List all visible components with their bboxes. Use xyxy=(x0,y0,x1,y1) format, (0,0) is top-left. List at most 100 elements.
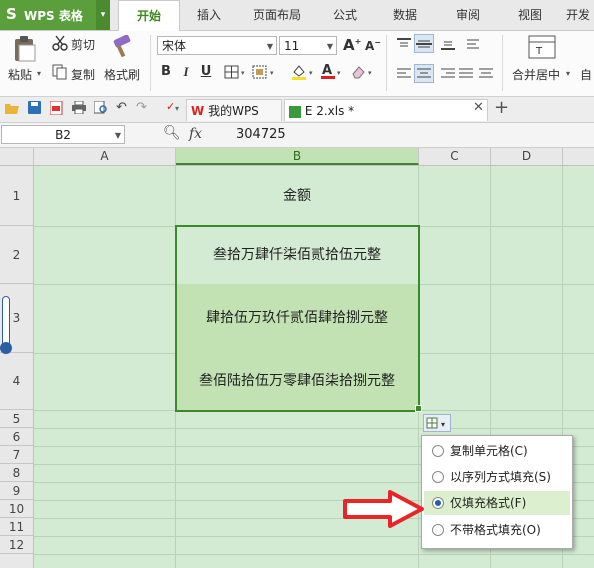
column-header-e[interactable] xyxy=(563,148,594,165)
redo-icon[interactable]: ↷ xyxy=(136,100,147,115)
option-fill-without-formatting[interactable]: 不带格式填充(O) xyxy=(424,518,570,542)
grow-font-icon[interactable]: A+ xyxy=(343,36,361,54)
pdf-icon[interactable] xyxy=(49,100,63,116)
wrap-text-icon[interactable] xyxy=(466,37,480,51)
row-header-4[interactable]: 4 xyxy=(0,353,34,410)
merge-dropdown-icon[interactable]: ▾ xyxy=(566,69,570,78)
app-menu-dropdown[interactable]: ▾ xyxy=(96,0,110,30)
chevron-down-icon[interactable]: ▾ xyxy=(175,104,179,113)
scissors-icon[interactable] xyxy=(52,35,68,51)
cut-button[interactable]: 剪切 xyxy=(71,36,95,53)
name-box[interactable]: B2 ▼ xyxy=(1,125,125,144)
fill-color-icon[interactable] xyxy=(290,63,308,81)
row-header-5[interactable]: 5 xyxy=(0,410,34,428)
radio-fill-without-formatting[interactable] xyxy=(432,524,444,536)
undo-icon[interactable]: ↶ xyxy=(116,100,127,115)
clear-format-dropdown-icon[interactable]: ▾ xyxy=(368,69,372,77)
fill-handle[interactable] xyxy=(415,405,422,412)
tab-insert[interactable]: 插入 xyxy=(184,0,234,30)
align-right-icon[interactable] xyxy=(440,67,456,81)
clear-format-icon[interactable] xyxy=(350,64,366,80)
shrink-font-icon[interactable]: A− xyxy=(365,38,381,53)
save-icon[interactable] xyxy=(28,101,41,114)
print-icon[interactable] xyxy=(72,100,86,115)
document-tab-strip: ↶ ↷ ✓ ▾ W 我的WPS E 2.xls * ✕ + xyxy=(0,97,594,123)
tab-formulas[interactable]: 公式 xyxy=(322,0,368,30)
format-painter-icon[interactable] xyxy=(110,34,136,59)
align-left-icon[interactable] xyxy=(396,67,412,81)
auto-sum-button[interactable]: 自 xyxy=(580,66,592,83)
row-header-12[interactable]: 12 xyxy=(0,536,34,554)
copy-button[interactable]: 复制 xyxy=(71,66,95,83)
row-header-7[interactable]: 7 xyxy=(0,446,34,464)
select-all-corner[interactable] xyxy=(0,148,34,165)
merge-center-button[interactable]: 合并居中 xyxy=(512,66,560,83)
row-header-1[interactable]: 1 xyxy=(0,166,34,226)
quick-access-more-icon[interactable]: ✓ xyxy=(166,100,175,113)
new-tab-icon[interactable]: + xyxy=(494,97,509,118)
cell-b1[interactable]: 金额 xyxy=(176,166,418,226)
scroll-indicator-knob[interactable] xyxy=(0,342,12,354)
formula-input[interactable]: 304725 xyxy=(236,127,286,142)
row-header-2[interactable]: 2 xyxy=(0,226,34,284)
justify-icon[interactable] xyxy=(458,67,474,81)
option-fill-series[interactable]: 以序列方式填充(S) xyxy=(424,465,570,489)
autofill-options-button[interactable]: ▾ xyxy=(423,414,451,432)
close-tab-icon[interactable]: ✕ xyxy=(473,100,484,115)
row-header-11[interactable]: 11 xyxy=(0,518,34,536)
radio-fill-series[interactable] xyxy=(432,471,444,483)
align-center-icon[interactable] xyxy=(414,64,434,83)
row-header-13[interactable] xyxy=(0,554,34,568)
tab-home[interactable]: 开始 xyxy=(118,0,180,32)
tab-review[interactable]: 审阅 xyxy=(445,0,491,30)
align-bottom-icon[interactable] xyxy=(440,37,456,51)
wps-logo-button[interactable]: S WPS 表格 ▾ xyxy=(0,0,110,30)
open-folder-icon[interactable] xyxy=(5,102,19,114)
align-top-icon[interactable] xyxy=(396,37,412,51)
row-header-8[interactable]: 8 xyxy=(0,464,34,482)
column-header-c[interactable]: C xyxy=(419,148,491,165)
row-header-9[interactable]: 9 xyxy=(0,482,34,500)
zoom-formula-icon[interactable]: 🔍︎ xyxy=(163,125,181,141)
borders-dropdown-icon[interactable]: ▾ xyxy=(241,69,245,77)
format-painter-button[interactable]: 格式刷 xyxy=(104,66,140,83)
tab-e2-xls[interactable]: E 2.xls * xyxy=(284,99,488,121)
column-header-b[interactable]: B xyxy=(176,148,419,165)
merge-center-icon[interactable]: T xyxy=(528,35,556,59)
option-fill-formatting-only[interactable]: 仅填充格式(F) xyxy=(424,491,570,515)
radio-fill-formatting-only[interactable] xyxy=(432,497,444,509)
tab-data[interactable]: 数据 xyxy=(382,0,428,30)
tab-my-wps[interactable]: W 我的WPS xyxy=(186,99,282,121)
font-color-icon[interactable]: A xyxy=(320,62,336,80)
row-header-6[interactable]: 6 xyxy=(0,428,34,446)
copy-icon[interactable] xyxy=(52,64,68,80)
tab-page-layout[interactable]: 页面布局 xyxy=(242,0,312,30)
paste-icon[interactable] xyxy=(10,35,42,63)
font-color-dropdown-icon[interactable]: ▾ xyxy=(337,69,341,77)
tab-developer[interactable]: 开发 xyxy=(566,0,594,30)
distributed-icon[interactable] xyxy=(478,67,494,81)
ribbon-divider xyxy=(150,35,151,91)
radio-copy-cells[interactable] xyxy=(432,445,444,457)
cell-style-icon[interactable] xyxy=(252,65,268,79)
option-copy-cells[interactable]: 复制单元格(C) xyxy=(424,439,570,463)
row-header-10[interactable]: 10 xyxy=(0,500,34,518)
bold-button[interactable]: B xyxy=(158,64,174,79)
font-name-select[interactable]: 宋体 ▼ xyxy=(157,36,277,55)
cell-style-dropdown-icon[interactable]: ▾ xyxy=(270,69,274,77)
tab-view[interactable]: 视图 xyxy=(507,0,553,30)
scroll-indicator[interactable] xyxy=(2,296,10,348)
paste-button[interactable]: 粘贴 xyxy=(8,66,32,83)
menu-bar: S WPS 表格 ▾ 开始 插入 页面布局 公式 数据 审阅 视图 开发 xyxy=(0,0,594,32)
font-size-select[interactable]: 11 ▼ xyxy=(279,36,337,55)
column-header-a[interactable]: A xyxy=(34,148,176,165)
column-header-d[interactable]: D xyxy=(491,148,563,165)
italic-button[interactable]: I xyxy=(178,64,194,80)
print-preview-icon[interactable] xyxy=(93,100,108,114)
insert-function-button[interactable]: fx xyxy=(189,126,202,142)
underline-button[interactable]: U xyxy=(198,64,214,79)
align-middle-icon[interactable] xyxy=(414,34,434,53)
paste-dropdown-icon[interactable]: ▾ xyxy=(37,69,41,78)
borders-icon[interactable] xyxy=(224,65,240,79)
fill-color-dropdown-icon[interactable]: ▾ xyxy=(309,69,313,77)
